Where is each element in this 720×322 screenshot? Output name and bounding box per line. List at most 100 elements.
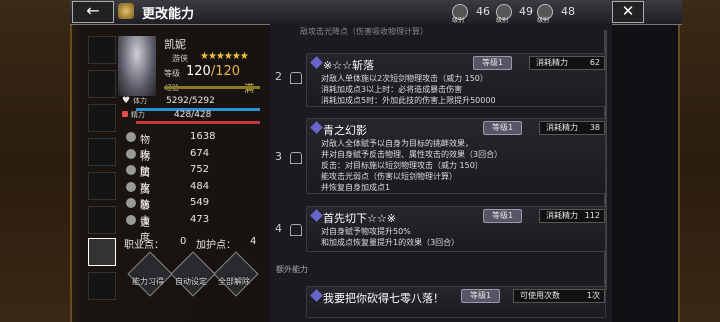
cost-label: 消耗精力 [536,58,568,67]
level-current: 120 [186,64,211,79]
resource-3-value: 48 [561,5,575,18]
resource-2-value: 49 [519,5,533,18]
exp-bar [164,86,260,89]
party-slot-1[interactable] [88,36,116,64]
stat-icon [126,165,136,175]
stat-value: 752 [190,164,210,175]
mp-row: 精力 428/428 [122,110,211,120]
star-rating: ★★★★★★ [200,51,249,62]
skill-card[interactable]: 青之幻影 等级1 消耗精力 38 对敌人全体赋予以自身为目标的挑衅效果， 并对自身… [306,118,606,194]
cost-value: 62 [589,58,600,67]
skill-level-button[interactable]: 等级1 [483,121,523,135]
party-slot-3[interactable] [88,104,116,132]
hp-row: ♥ 体力 5292/5292 [122,96,215,106]
skill-cost: 消耗精力 112 [539,209,605,223]
extra-abilities-heading: 额外能力 [276,265,308,274]
stat-icon [126,149,136,159]
stat-value: 1638 [190,131,216,142]
skill-level-button[interactable]: 等级1 [483,209,523,223]
skill-desc-line: 对敌人全体赋予以自身为目标的挑衅效果， [321,139,473,148]
party-slot-4[interactable] [88,138,116,166]
stat-value: 674 [190,148,210,159]
party-slot-5[interactable] [88,172,116,200]
resource-2-label: 级别 [496,17,509,24]
close-button[interactable]: ✕ [612,1,644,23]
skill-cost: 消耗精力 62 [529,56,605,70]
add-points-label: 加护点： [196,240,236,251]
skill-card[interactable]: 首先切下☆☆※ 等级1 消耗精力 112 对自身赋予物攻提升50% 和加成点恢复量… [306,206,606,252]
skill-number: 2 [275,70,282,83]
hp-value: 5292/5292 [166,96,215,106]
resource-3-label: 级别 [537,17,550,24]
skill-desc-line: 并恢复自身加成点1 [321,183,391,192]
extra-skill-card[interactable]: 我要把你砍得七零八落！ 等级1 可使用次数 1次 [306,286,606,318]
cost-label: 可使用次数 [520,291,560,300]
cost-value: 1次 [586,291,600,300]
page-title: 更改能力 [142,7,195,22]
heart-icon: ♥ [122,96,131,106]
skill-number: 3 [275,150,282,163]
skill-name: 青之幻影 [323,124,367,137]
character-name: 凯妮 [164,38,186,51]
stat-value: 473 [190,214,210,225]
skill-cost: 消耗精力 38 [539,121,605,135]
character-portrait [118,36,156,96]
skill-desc-line: 反击：对目标施以短剑物理攻击（威力 150） [321,161,483,170]
skill-name: 我要把你砍得七零八落！ [323,292,444,305]
skill-name: 首先切下☆☆※ [323,212,396,225]
title-emblem-icon [118,3,134,19]
cost-value: 38 [589,123,600,132]
skill-icon [310,289,323,302]
partial-skill-text: 敌攻击光降点（伤害吸收物理计算） [300,27,428,36]
right-wood-border [678,0,720,322]
stat-icon [126,182,136,192]
remove-all-label: 全部解除 [218,277,250,286]
skill-name: ※☆☆斩落 [323,59,374,72]
skill-level-button[interactable]: 等级1 [461,289,501,303]
cost-label: 消耗精力 [546,211,578,220]
left-wood-border [0,0,72,322]
add-points-value: 4 [250,236,257,247]
mp-bar [136,121,260,124]
skill-desc-line: 对自身赋予物攻提升50% [321,227,411,236]
cost-label: 消耗精力 [546,123,578,132]
cost-value: 112 [584,211,600,220]
skill-level-button[interactable]: 等级1 [473,56,513,70]
party-slot-8[interactable] [88,272,116,300]
level-value: 120/120 [186,64,240,79]
stat-value: 549 [190,197,210,208]
lock-icon [290,152,302,164]
skill-icon [310,121,323,134]
hp-label: 体力 [132,97,147,105]
party-slot-active[interactable] [88,238,116,266]
mp-icon [122,111,128,117]
job-label: 游侠 [172,54,188,63]
resource-1-value: 46 [476,5,490,18]
skill-number: 4 [275,222,282,235]
stat-value: 484 [190,181,210,192]
skill-icon [310,56,323,69]
skill-icon [310,209,323,222]
skill-desc-line: 和加成点恢复量提升1的效果（3回合） [321,238,460,247]
stat-icon [126,215,136,225]
party-slot-2[interactable] [88,70,116,98]
skill-desc-line: 消耗加成点3以上时：必将造成暴击伤害 [321,85,463,94]
mp-value: 428/428 [174,110,212,120]
job-points-value: 0 [180,236,187,247]
skill-cost: 可使用次数 1次 [513,289,605,303]
resource-1-label: 级别 [452,17,465,24]
learn-ability-label: 能力习得 [132,277,164,286]
auto-setup-label: 自动设定 [175,277,207,286]
skill-card[interactable]: ※☆☆斩落 等级1 消耗精力 62 对敌人单体施以2次短剑物理攻击（威力 150）… [306,53,606,107]
mp-label: 精力 [130,111,145,119]
skill-desc-line: 并对自身赋予反击物理、属性攻击的效果（3回合） [321,150,503,159]
stat-icon [126,132,136,142]
stat-icon [126,198,136,208]
skill-desc-line: 消耗加成点5时：外加此技的伤害上限提升50000 [321,96,496,105]
lock-icon [290,224,302,236]
lock-icon [290,72,302,84]
skill-desc-line: 能攻击光弱点（伤害以短剑物理计算） [321,172,457,181]
back-button[interactable]: ← [72,1,114,23]
level-max: /120 [210,64,241,79]
party-slot-6[interactable] [88,206,116,234]
